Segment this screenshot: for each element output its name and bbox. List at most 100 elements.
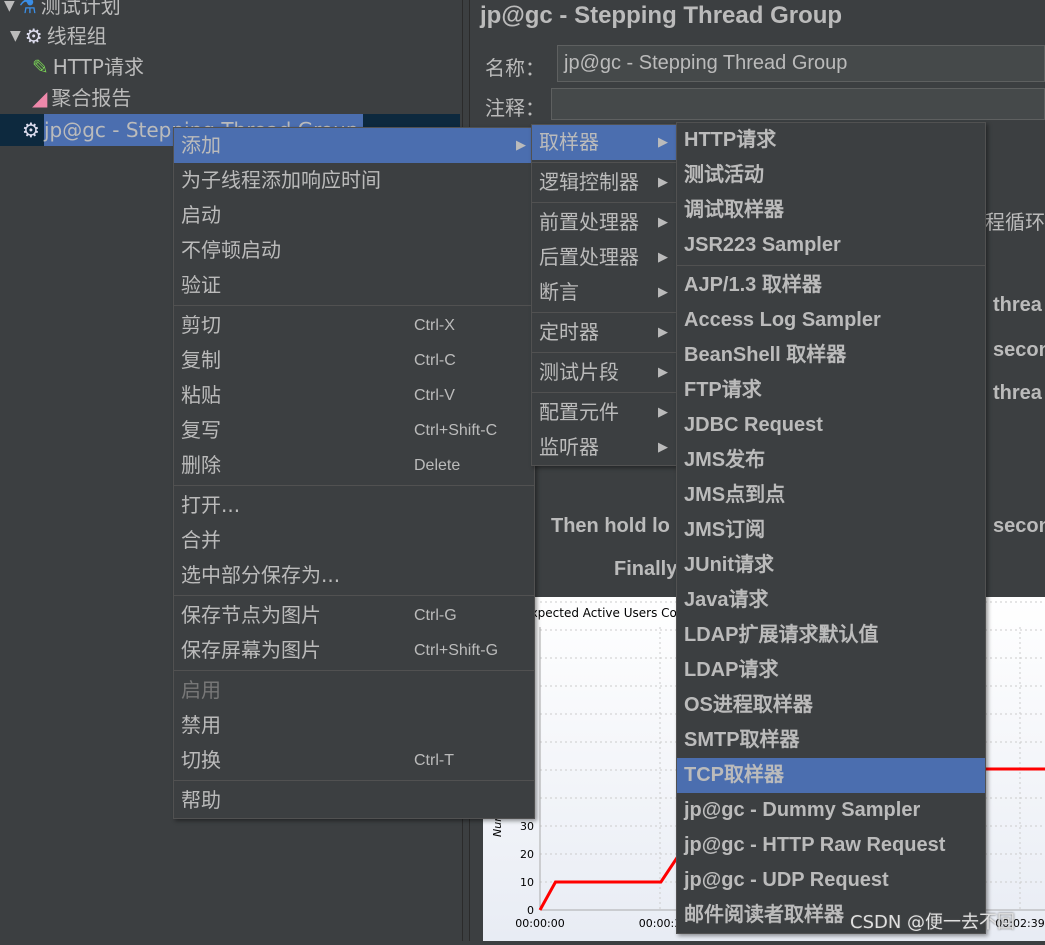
menu-item-label: jp@gc - UDP Request xyxy=(684,869,889,891)
sampler-submenu: HTTP请求 测试活动调试取样器 JSR223 Sampler AJP/1.3 取样器… xyxy=(676,122,986,934)
menu-item-label: jp@gc - Dummy Sampler xyxy=(684,799,921,821)
unit-text: secon xyxy=(993,339,1045,361)
menu-item[interactable]: 启用 xyxy=(174,673,534,708)
menu-item[interactable]: 帮助 xyxy=(174,783,534,818)
unit-text: secon xyxy=(993,515,1045,537)
menu-item-label: Access Log Sampler xyxy=(684,309,881,331)
menu-item-label: JMS订阅 xyxy=(684,519,766,541)
y-tick-label: 10 xyxy=(520,876,534,889)
menu-item[interactable]: 合并 xyxy=(174,523,534,558)
menu-separator xyxy=(532,162,676,163)
menu-item[interactable]: 监听器 ▶ xyxy=(532,430,676,465)
menu-item[interactable]: 剪切 Ctrl-X xyxy=(174,308,534,343)
menu-item[interactable]: JMS发布 xyxy=(677,443,985,478)
menu-item[interactable]: 为子线程添加响应时间 xyxy=(174,163,534,198)
menu-item-label: 调试取样器 xyxy=(684,199,784,221)
menu-item[interactable]: 测试片段 ▶ xyxy=(532,355,676,390)
menu-shortcut: Delete xyxy=(414,457,461,474)
menu-item[interactable]: 定时器 ▶ xyxy=(532,315,676,350)
menu-item[interactable]: 前置处理器 ▶ xyxy=(532,205,676,240)
menu-shortcut: Ctrl-T xyxy=(414,752,454,769)
menu-item[interactable]: 选中部分保存为... xyxy=(174,558,534,593)
menu-item[interactable]: 切换 Ctrl-T xyxy=(174,743,534,778)
menu-item-label: 取样器 xyxy=(539,130,599,154)
tree-node-http-request[interactable]: ✎ HTTP请求 xyxy=(32,51,144,83)
panel-title: jp@gc - Stepping Thread Group xyxy=(480,2,843,29)
menu-item[interactable]: 保存节点为图片 Ctrl-G xyxy=(174,598,534,633)
menu-item[interactable]: SMTP取样器 xyxy=(677,723,985,758)
menu-item-label: 前置处理器 xyxy=(539,210,639,234)
y-tick-label: 30 xyxy=(520,820,534,833)
menu-item[interactable]: 不停顿启动 xyxy=(174,233,534,268)
y-tick-label: 20 xyxy=(520,848,534,861)
unit-text: threa xyxy=(993,294,1042,316)
menu-item[interactable]: jp@gc - UDP Request xyxy=(677,863,985,898)
menu-item[interactable]: 调试取样器 xyxy=(677,193,985,228)
menu-item[interactable]: 逻辑控制器 ▶ xyxy=(532,165,676,200)
report-chart-icon: ◢ xyxy=(32,86,48,110)
submenu-arrow-icon: ▶ xyxy=(658,250,668,265)
menu-item[interactable]: 添加 ▶ xyxy=(174,128,534,163)
menu-item[interactable]: 取样器 ▶ xyxy=(532,125,676,160)
menu-item-label: TCP取样器 xyxy=(684,764,784,786)
menu-item[interactable]: 禁用 xyxy=(174,708,534,743)
menu-item[interactable]: 打开... xyxy=(174,488,534,523)
menu-item[interactable]: 复写 Ctrl+Shift-C xyxy=(174,413,534,448)
menu-item[interactable]: 测试活动 xyxy=(677,158,985,193)
expand-arrow-icon[interactable]: ▼ xyxy=(10,20,21,52)
tree-node-aggregate-report[interactable]: ◢ 聚合报告 xyxy=(32,82,131,114)
menu-separator xyxy=(677,265,985,266)
menu-item[interactable]: 验证 xyxy=(174,268,534,303)
menu-item[interactable]: OS进程取样器 xyxy=(677,688,985,723)
x-tick-label: 00:00:00 xyxy=(515,917,564,930)
y-tick-label: 0 xyxy=(527,904,534,917)
menu-shortcut: Ctrl+Shift-G xyxy=(414,642,499,659)
menu-item[interactable]: jp@gc - Dummy Sampler xyxy=(677,793,985,828)
menu-separator xyxy=(174,485,534,486)
menu-item[interactable]: JUnit请求 xyxy=(677,548,985,583)
menu-item-label: 邮件阅读者取样器 xyxy=(684,904,844,926)
name-input[interactable]: jp@gc - Stepping Thread Group xyxy=(557,45,1045,82)
menu-item-label: 后置处理器 xyxy=(539,245,639,269)
menu-item-label: 添加 xyxy=(181,133,221,157)
comment-input[interactable] xyxy=(551,88,1045,120)
menu-item-label: 测试片段 xyxy=(539,360,619,384)
menu-item[interactable]: Java请求 xyxy=(677,583,985,618)
menu-item[interactable]: 删除 Delete xyxy=(174,448,534,483)
menu-item[interactable]: JSR223 Sampler xyxy=(677,228,985,263)
menu-item-label: 禁用 xyxy=(181,713,221,737)
menu-item-label: jp@gc - HTTP Raw Request xyxy=(684,834,946,856)
menu-item[interactable]: 配置元件 ▶ xyxy=(532,395,676,430)
menu-item[interactable]: FTP请求 xyxy=(677,373,985,408)
menu-item[interactable]: BeanShell 取样器 xyxy=(677,338,985,373)
expand-arrow-icon[interactable]: ▼ xyxy=(4,0,15,22)
menu-item[interactable]: AJP/1.3 取样器 xyxy=(677,268,985,303)
menu-item-label: 帮助 xyxy=(181,788,221,812)
menu-item-label: 粘贴 xyxy=(181,383,221,407)
menu-item-label: 剪切 xyxy=(181,313,221,337)
tree-node-test-plan[interactable]: ▼ ⚗ 测试计划 xyxy=(4,0,121,22)
menu-item[interactable]: 启动 xyxy=(174,198,534,233)
menu-item-label: 配置元件 xyxy=(539,400,619,424)
menu-item[interactable]: JMS点到点 xyxy=(677,478,985,513)
menu-item[interactable]: LDAP请求 xyxy=(677,653,985,688)
menu-item[interactable]: HTTP请求 xyxy=(677,123,985,158)
menu-item[interactable]: 复制 Ctrl-C xyxy=(174,343,534,378)
menu-item[interactable]: Access Log Sampler xyxy=(677,303,985,338)
menu-item[interactable]: jp@gc - HTTP Raw Request xyxy=(677,828,985,863)
menu-item[interactable]: 断言 ▶ xyxy=(532,275,676,310)
menu-item[interactable]: 保存屏幕为图片 Ctrl+Shift-G xyxy=(174,633,534,668)
menu-item[interactable]: 后置处理器 ▶ xyxy=(532,240,676,275)
submenu-arrow-icon: ▶ xyxy=(516,138,526,153)
menu-separator xyxy=(174,780,534,781)
menu-item[interactable]: 粘贴 Ctrl-V xyxy=(174,378,534,413)
menu-item[interactable]: LDAP扩展请求默认值 xyxy=(677,618,985,653)
menu-item-label: OS进程取样器 xyxy=(684,694,813,716)
tree-node-thread-group[interactable]: ▼ ⚙ 线程组 xyxy=(10,20,107,52)
menu-item[interactable]: JDBC Request xyxy=(677,408,985,443)
menu-separator xyxy=(174,670,534,671)
menu-item[interactable]: JMS订阅 xyxy=(677,513,985,548)
menu-item[interactable]: TCP取样器 xyxy=(677,758,985,793)
comment-label: 注释： xyxy=(485,96,545,120)
then-hold-label: Then hold lo xyxy=(551,515,670,537)
